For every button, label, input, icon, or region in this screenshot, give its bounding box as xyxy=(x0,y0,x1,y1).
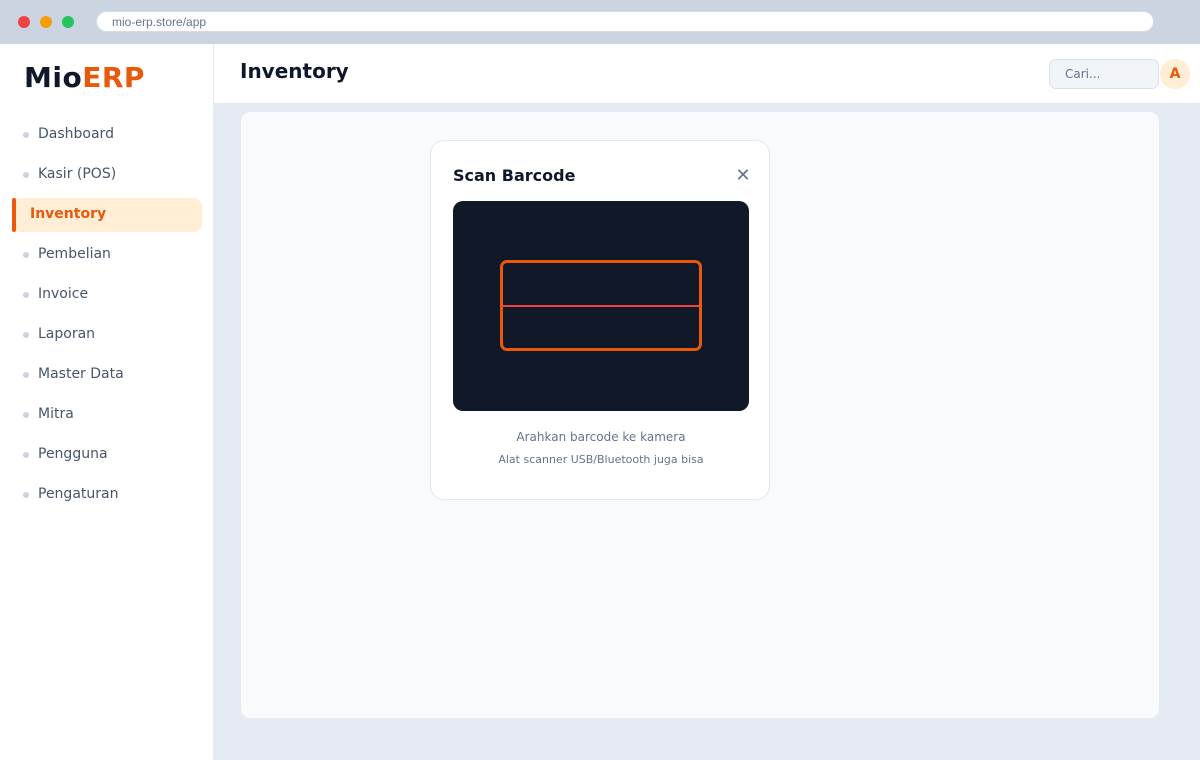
camera-viewfinder xyxy=(453,201,749,411)
logo-text-mio: Mio xyxy=(24,61,83,94)
sidebar-item-label: Kasir (POS) xyxy=(38,166,117,182)
sidebar-item-invoice[interactable]: Invoice xyxy=(12,278,202,312)
sidebar-item-label: Mitra xyxy=(38,406,74,422)
sidebar-item-mitra[interactable]: Mitra xyxy=(12,398,202,432)
sidebar: MioERP Dashboard Kasir (POS) Inventory P… xyxy=(0,44,214,760)
sidebar-item-label: Invoice xyxy=(38,286,89,302)
window-close-dot[interactable] xyxy=(18,16,30,28)
scan-hint-primary: Arahkan barcode ke kamera xyxy=(516,430,686,444)
scan-line xyxy=(503,305,699,307)
browser-chrome: mio-erp.store/app xyxy=(0,0,1200,44)
logo-text-erp: ERP xyxy=(82,61,145,94)
address-bar[interactable]: mio-erp.store/app xyxy=(96,11,1154,32)
sidebar-item-kasir-pos[interactable]: Kasir (POS) xyxy=(12,158,202,192)
sidebar-item-pengguna[interactable]: Pengguna xyxy=(12,438,202,472)
app-logo: MioERP xyxy=(24,61,145,94)
sidebar-item-dashboard[interactable]: Dashboard xyxy=(12,118,202,152)
sidebar-item-label: Dashboard xyxy=(38,126,114,142)
bullet-icon xyxy=(23,332,29,338)
sidebar-item-laporan[interactable]: Laporan xyxy=(12,318,202,352)
close-icon[interactable]: ✕ xyxy=(731,164,755,188)
sidebar-item-label: Pengguna xyxy=(38,446,108,462)
bullet-icon xyxy=(23,452,29,458)
top-header: Inventory A xyxy=(214,44,1200,104)
window-minimize-dot[interactable] xyxy=(40,16,52,28)
scan-barcode-modal: Scan Barcode ✕ Arahkan barcode ke kamera… xyxy=(430,140,770,500)
sidebar-item-pengaturan[interactable]: Pengaturan xyxy=(12,478,202,512)
sidebar-item-inventory[interactable]: Inventory xyxy=(12,198,202,232)
sidebar-item-label: Laporan xyxy=(38,326,96,342)
search-input[interactable] xyxy=(1049,59,1159,89)
sidebar-item-label: Master Data xyxy=(38,366,124,382)
bullet-icon xyxy=(23,172,29,178)
bullet-icon xyxy=(23,252,29,258)
sidebar-item-pembelian[interactable]: Pembelian xyxy=(12,238,202,272)
bullet-icon xyxy=(23,412,29,418)
bullet-icon xyxy=(23,132,29,138)
modal-title: Scan Barcode xyxy=(453,166,576,185)
scan-hint-secondary: Alat scanner USB/Bluetooth juga bisa xyxy=(498,453,704,466)
bullet-icon xyxy=(23,372,29,378)
sidebar-item-label: Pembelian xyxy=(38,246,111,262)
bullet-icon xyxy=(23,492,29,498)
sidebar-item-label: Inventory xyxy=(30,206,107,222)
avatar[interactable]: A xyxy=(1160,59,1190,89)
bullet-icon xyxy=(23,292,29,298)
window-maximize-dot[interactable] xyxy=(62,16,74,28)
page-title: Inventory xyxy=(240,59,349,83)
sidebar-item-label: Pengaturan xyxy=(38,486,119,502)
scan-frame xyxy=(500,260,702,351)
sidebar-item-master-data[interactable]: Master Data xyxy=(12,358,202,392)
